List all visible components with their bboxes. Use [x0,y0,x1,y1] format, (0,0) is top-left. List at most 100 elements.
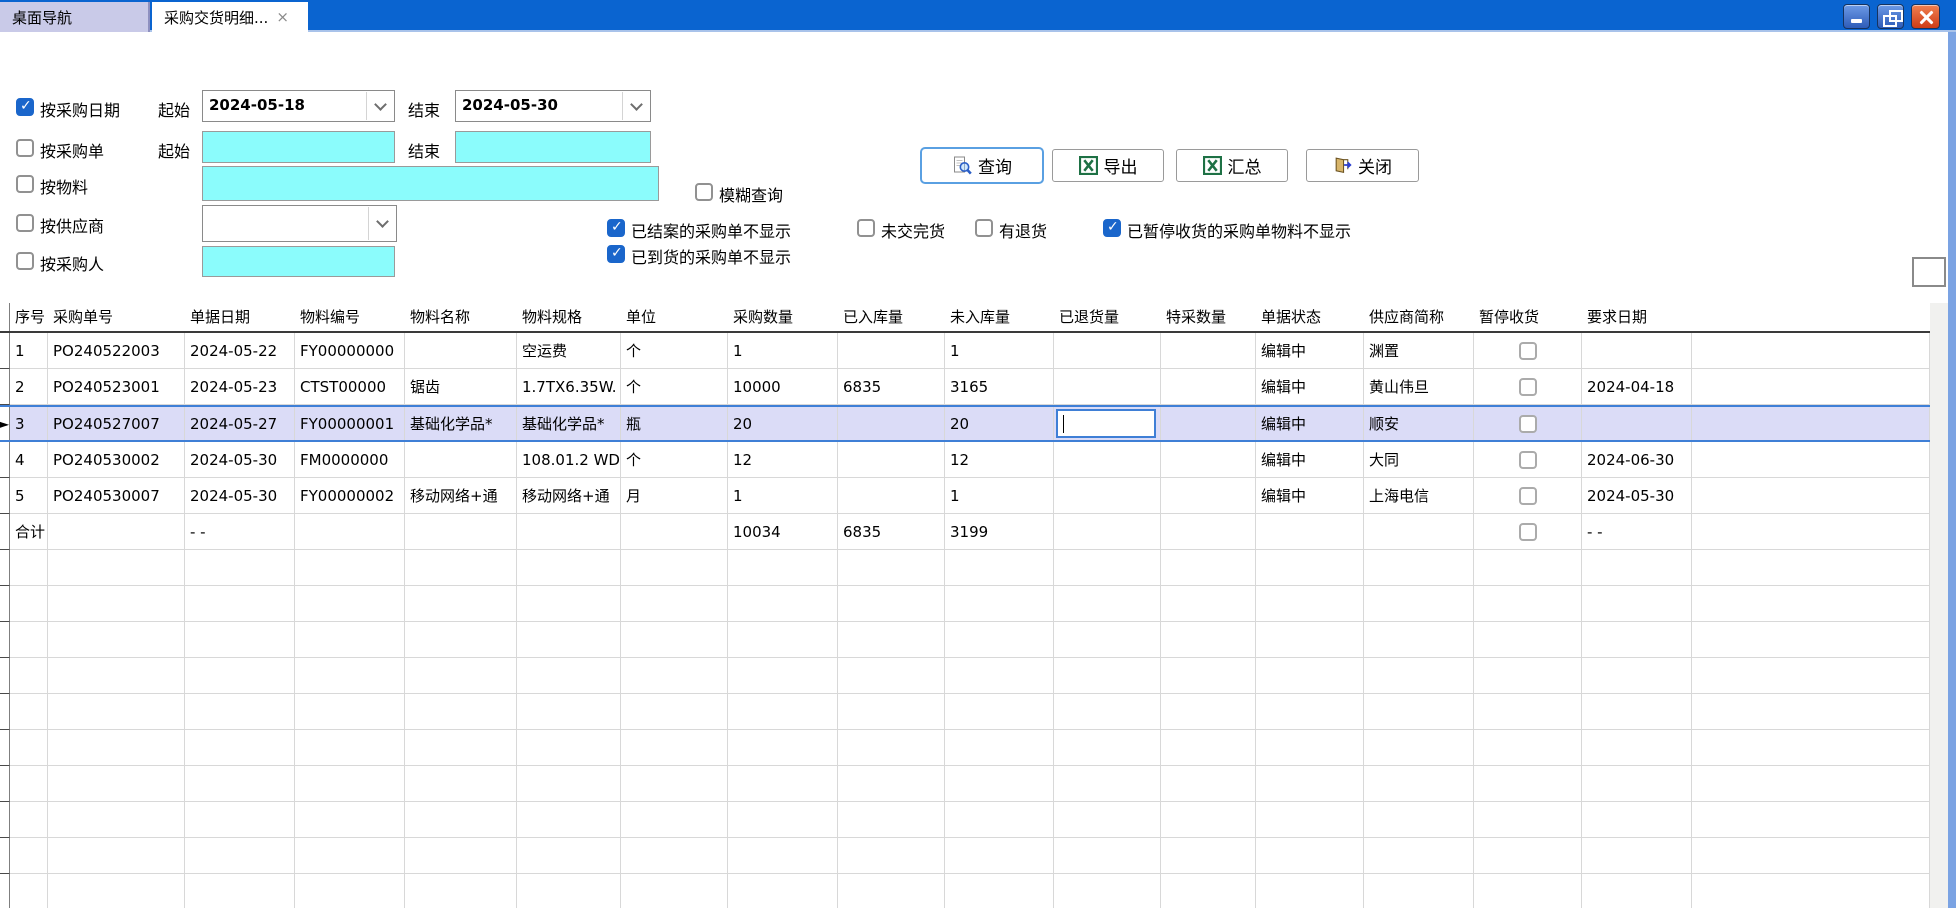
col-header-po[interactable]: 采购单号 [48,303,185,331]
cell-item-no[interactable]: CTST00000 [295,369,405,405]
cell-po[interactable]: PO240530007 [48,478,185,514]
export-button[interactable]: 导出 [1052,149,1164,182]
cell-supplier[interactable]: 渊置 [1364,333,1474,369]
cell-item-name[interactable]: 锯齿 [405,369,517,405]
undelivered-checkbox[interactable] [857,219,875,237]
col-header-in-qty[interactable]: 已入库量 [838,303,945,331]
po-start-input[interactable] [202,131,395,163]
cell-seq[interactable]: 3 [10,407,48,440]
cell-spec[interactable]: 移动网络+通 [517,478,621,514]
cell-po[interactable]: PO240522003 [48,333,185,369]
cell-supplier[interactable]: 顺安 [1364,407,1474,440]
cell-doc-date[interactable]: 2024-05-30 [185,478,295,514]
date-start-combobox[interactable]: 2024-05-18 [202,90,395,122]
grid-corner-box[interactable] [1912,257,1946,287]
query-button[interactable]: 查询 [920,147,1044,184]
col-header-hold[interactable]: 暂停收货 [1474,303,1582,331]
cell-due[interactable] [1582,407,1692,440]
cell-po[interactable]: PO240527007 [48,407,185,440]
cell-po[interactable]: PO240530002 [48,442,185,478]
cell-qty[interactable]: 10000 [728,369,838,405]
col-header-qty[interactable]: 采购数量 [728,303,838,331]
col-header-supplier[interactable]: 供应商简称 [1364,303,1474,331]
col-header-item-name[interactable]: 物料名称 [405,303,517,331]
material-input[interactable] [202,166,659,201]
cell-due[interactable]: 2024-05-30 [1582,478,1692,514]
cell-seq[interactable]: 2 [10,369,48,405]
cell-seq[interactable]: 4 [10,442,48,478]
cell-spec[interactable]: 空运费 [517,333,621,369]
hold-checkbox[interactable] [1519,451,1537,469]
cell-unit[interactable]: 个 [621,442,728,478]
cell-in-qty[interactable] [838,442,945,478]
cell-supplier[interactable]: 上海电信 [1364,478,1474,514]
cell-doc-date[interactable]: 2024-05-22 [185,333,295,369]
col-header-doc-date[interactable]: 单据日期 [185,303,295,331]
tab-purchase-delivery-detail[interactable]: 采购交货明细... × [152,2,308,32]
cell-status[interactable]: 编辑中 [1256,407,1364,440]
cell-in-qty[interactable] [838,333,945,369]
cell-unit[interactable]: 个 [621,333,728,369]
tab-desktop-nav[interactable]: 桌面导航 [0,2,150,32]
cell-out-qty[interactable]: 1 [945,333,1054,369]
cell-qty[interactable]: 1 [728,478,838,514]
cell-item-name[interactable] [405,333,517,369]
supplier-combobox[interactable] [202,205,397,242]
cell-special-qty[interactable] [1161,369,1256,405]
cell-qty[interactable]: 20 [728,407,838,440]
cell-status[interactable]: 编辑中 [1256,369,1364,405]
summary-button[interactable]: 汇总 [1176,149,1288,182]
col-header-out-qty[interactable]: 未入库量 [945,303,1054,331]
chevron-down-icon[interactable] [368,207,395,240]
cell-po[interactable]: PO240523001 [48,369,185,405]
hide-arrived-po-checkbox[interactable] [607,245,625,263]
cell-ret-qty-editing[interactable] [1054,407,1161,440]
hold-checkbox[interactable] [1519,342,1537,360]
col-header-spec[interactable]: 物料规格 [517,303,621,331]
cell-ret-qty[interactable] [1054,333,1161,369]
cell-doc-date[interactable]: 2024-05-30 [185,442,295,478]
cell-spec[interactable]: 1.7TX6.35W. [517,369,621,405]
restore-button[interactable] [1877,4,1904,29]
cell-due[interactable]: 2024-06-30 [1582,442,1692,478]
by-buyer-checkbox[interactable] [16,252,34,270]
cell-out-qty[interactable]: 1 [945,478,1054,514]
cell-status[interactable]: 编辑中 [1256,442,1364,478]
cell-item-no[interactable]: FM0000000 [295,442,405,478]
cell-special-qty[interactable] [1161,407,1256,440]
cell-in-qty[interactable]: 6835 [838,369,945,405]
cell-seq[interactable]: 5 [10,478,48,514]
close-page-button[interactable]: 关闭 [1306,149,1419,182]
by-material-checkbox[interactable] [16,175,34,193]
cell-supplier[interactable]: 大同 [1364,442,1474,478]
cell-item-no[interactable]: FY00000002 [295,478,405,514]
cell-item-no[interactable]: FY00000001 [295,407,405,440]
by-supplier-checkbox[interactable] [16,214,34,232]
hold-checkbox[interactable] [1519,378,1537,396]
chevron-down-icon[interactable] [366,92,393,120]
has-returns-checkbox[interactable] [975,219,993,237]
cell-supplier[interactable]: 黄山伟旦 [1364,369,1474,405]
buyer-input[interactable] [202,246,395,277]
cell-ret-qty[interactable] [1054,442,1161,478]
cell-item-name[interactable] [405,442,517,478]
cell-spec[interactable]: 108.01.2 WD [517,442,621,478]
cell-item-no[interactable]: FY00000000 [295,333,405,369]
cell-doc-date[interactable]: 2024-05-27 [185,407,295,440]
col-header-seq[interactable]: 序号 [10,303,48,331]
cell-special-qty[interactable] [1161,333,1256,369]
cell-item-name[interactable]: 基础化学品* [405,407,517,440]
minimize-button[interactable] [1843,4,1870,29]
date-end-combobox[interactable]: 2024-05-30 [455,90,651,122]
col-header-ret-qty[interactable]: 已退货量 [1054,303,1161,331]
chevron-down-icon[interactable] [622,92,649,120]
by-purchase-date-checkbox[interactable] [16,98,34,116]
cell-out-qty[interactable]: 12 [945,442,1054,478]
hold-checkbox[interactable] [1519,523,1537,541]
cell-status[interactable]: 编辑中 [1256,333,1364,369]
col-header-due[interactable]: 要求日期 [1582,303,1692,331]
col-header-item-no[interactable]: 物料编号 [295,303,405,331]
cell-seq[interactable]: 1 [10,333,48,369]
hide-hold-items-checkbox[interactable] [1103,219,1121,237]
cell-unit[interactable]: 月 [621,478,728,514]
